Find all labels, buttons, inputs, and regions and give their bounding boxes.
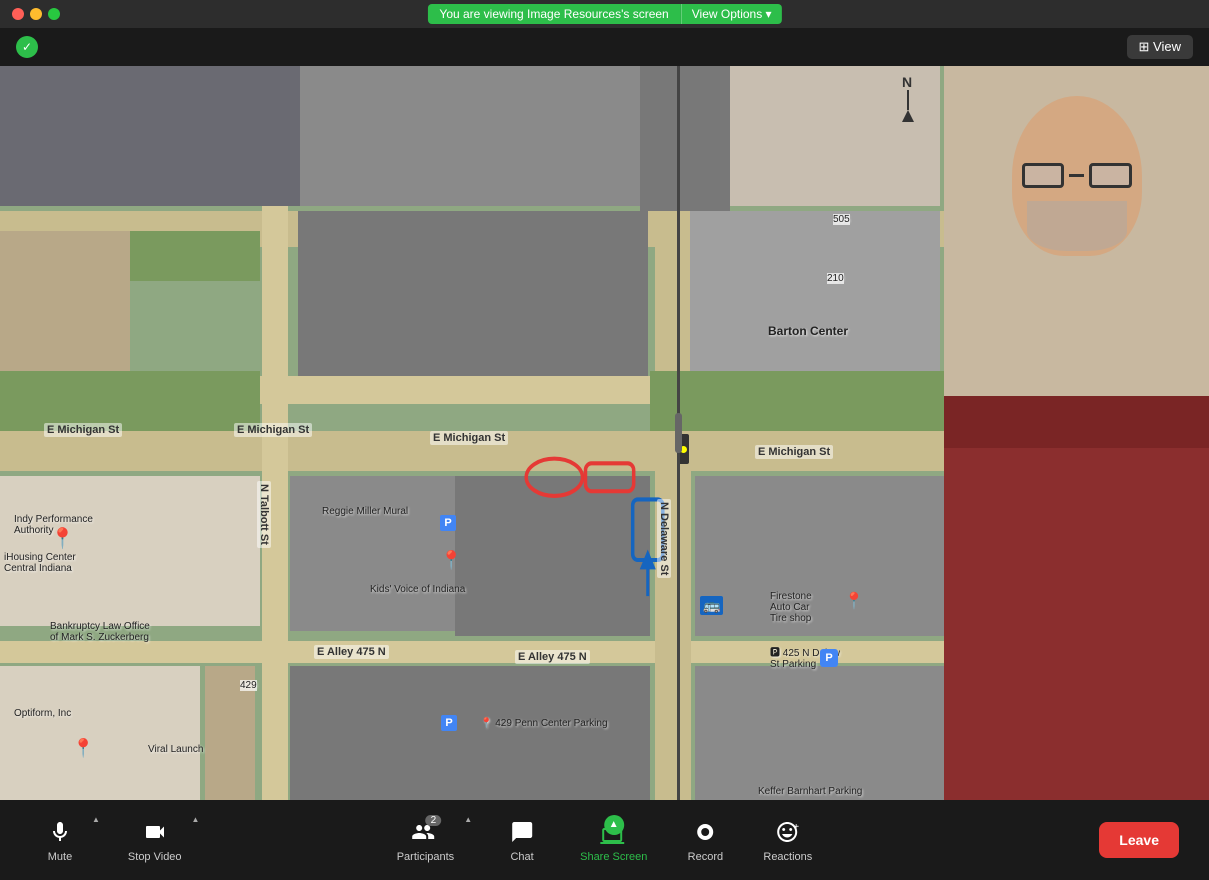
record-button[interactable]: Record: [675, 813, 735, 867]
parking-top: [298, 211, 648, 376]
webcam-panel: [944, 66, 1209, 800]
compass-indicator: N: [902, 74, 914, 122]
fullscreen-button[interactable]: [48, 8, 60, 20]
mute-button[interactable]: Mute: [30, 813, 90, 867]
title-bar: You are viewing Image Resources's screen…: [0, 0, 1209, 28]
bld-michigan-right: [695, 476, 944, 636]
green-left: [130, 231, 260, 281]
banner-text: You are viewing Image Resources's screen: [427, 4, 680, 24]
pin-3: 📍: [72, 738, 94, 759]
participants-btn-group: 2 Participants ▲: [389, 813, 472, 867]
top-bar: ✓ ⊞ View: [0, 28, 1209, 66]
label-e-michigan-3: E Michigan St: [430, 431, 508, 445]
divider-handle[interactable]: [675, 413, 682, 453]
mute-icon: [48, 817, 72, 847]
parking-michigan: [455, 476, 650, 636]
green-strip2: [650, 371, 944, 431]
bld-topleft: [0, 66, 300, 206]
webcam-video: [944, 66, 1209, 800]
label-alley-1: E Alley 475 N: [314, 645, 389, 659]
label-delaware: N Delaware St: [657, 499, 671, 578]
label-alley-2: E Alley 475 N: [515, 650, 590, 664]
parking-lower: [290, 666, 650, 800]
participants-count: 2: [425, 815, 441, 826]
label-e-michigan-4: E Michigan St: [755, 445, 833, 459]
person-head: [1012, 96, 1142, 256]
label-talbott: N Talbott St: [257, 481, 271, 548]
parking-icon-2: P: [441, 715, 457, 731]
bus-stop-icon: 🚌: [700, 596, 723, 615]
stop-video-button[interactable]: Stop Video: [120, 813, 190, 867]
close-button[interactable]: [12, 8, 24, 20]
mute-btn-group: Mute ▲: [30, 813, 100, 867]
green-strip1: [0, 371, 260, 431]
reactions-button[interactable]: + Reactions: [755, 813, 820, 867]
screen-share-banner: You are viewing Image Resources's screen…: [427, 4, 781, 24]
share-active-indicator: ▲: [604, 815, 624, 835]
parking-right-top: [640, 66, 730, 211]
bld-michigan-left: [0, 476, 260, 626]
toolbar: Mute ▲ Stop Video ▲: [0, 800, 1209, 880]
toolbar-right: Leave: [1099, 822, 1179, 858]
toolbar-left: Mute ▲ Stop Video ▲: [30, 813, 199, 867]
shield-icon: ✓: [16, 36, 38, 58]
minimize-button[interactable]: [30, 8, 42, 20]
chat-icon: [510, 817, 534, 847]
bld-lower-left2: [205, 666, 255, 800]
parking-icon-3: P: [820, 649, 838, 667]
participants-icon: 2: [411, 817, 439, 847]
share-screen-button[interactable]: ▲ Share Screen: [572, 813, 655, 867]
parking-icon-1: P: [440, 515, 456, 531]
main-area: N E Michigan St E Michigan St E Michigan…: [0, 66, 1209, 800]
video-arrow[interactable]: ▲: [192, 815, 200, 824]
label-e-michigan-1: E Michigan St: [44, 423, 122, 437]
bld-left: [0, 231, 130, 371]
window-controls[interactable]: [0, 8, 60, 20]
view-options-button[interactable]: View Options ▾: [681, 4, 782, 24]
video-btn-group: Stop Video ▲: [120, 813, 200, 867]
shirt: [944, 448, 1209, 800]
pin-4: 📍: [844, 591, 864, 611]
bld-topcenter: [300, 66, 640, 206]
bld-lower-right: [695, 666, 944, 800]
pin-1: 📍: [50, 526, 75, 551]
video-icon: [143, 817, 167, 847]
svg-text:+: +: [793, 822, 799, 833]
pin-2: 📍: [440, 550, 462, 571]
glasses: [1022, 161, 1132, 189]
record-icon: [693, 817, 717, 847]
view-button[interactable]: ⊞ View: [1127, 35, 1193, 59]
road-alley-h: [0, 641, 944, 663]
leave-button[interactable]: Leave: [1099, 822, 1179, 858]
mute-arrow[interactable]: ▲: [92, 815, 100, 824]
share-screen-icon: ▲: [600, 817, 628, 847]
map-container: N E Michigan St E Michigan St E Michigan…: [0, 66, 944, 800]
reactions-icon: +: [775, 817, 801, 847]
bld-lower-left: [0, 666, 200, 800]
participants-button[interactable]: 2 Participants: [389, 813, 462, 867]
aerial-map: N E Michigan St E Michigan St E Michigan…: [0, 66, 944, 800]
toolbar-center: 2 Participants ▲ Chat ▲: [389, 813, 821, 867]
participants-arrow[interactable]: ▲: [464, 815, 472, 824]
chat-button[interactable]: Chat: [492, 813, 552, 867]
beard: [1027, 201, 1127, 251]
label-e-michigan-2: E Michigan St: [234, 423, 312, 437]
